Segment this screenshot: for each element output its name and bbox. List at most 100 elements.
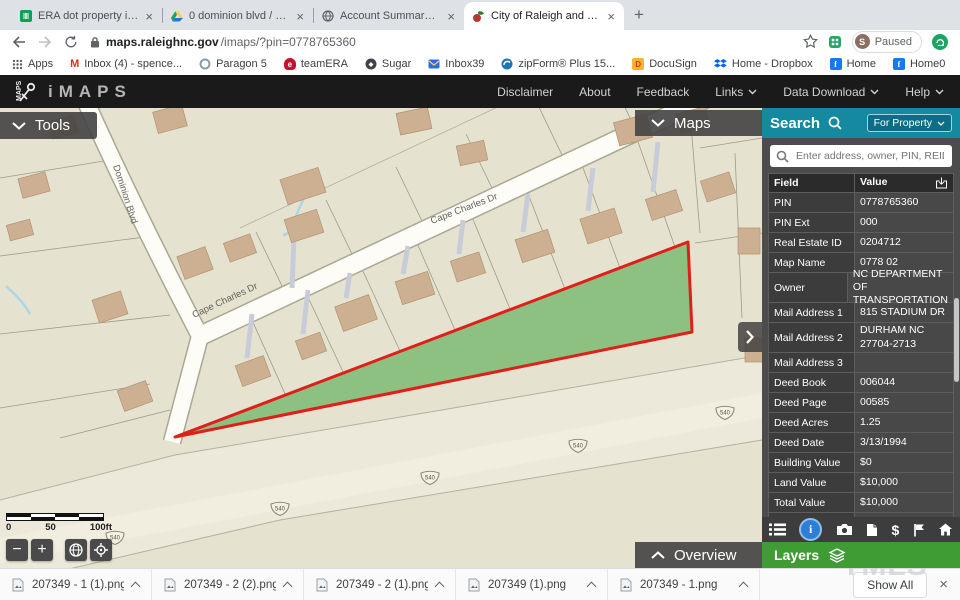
map-canvas[interactable]: Dominion Blvd Cape Charles Dr Cape Charl… <box>0 108 762 568</box>
apps-grid-icon <box>12 59 23 70</box>
bookmark-inbox[interactable]: M Inbox (4) - spence... <box>70 58 182 70</box>
sugar-icon <box>365 58 377 70</box>
collapse-sidebar-arrow[interactable] <box>738 322 762 352</box>
bookmark-label: DocuSign <box>649 58 697 70</box>
imaps-logo-icon: MAPS <box>16 80 40 104</box>
download-menu-caret-icon[interactable] <box>739 581 749 591</box>
export-table-icon[interactable] <box>935 177 948 189</box>
chevron-down-icon <box>937 121 945 126</box>
bookmark-facebook-home[interactable]: f Home <box>830 58 876 70</box>
tab-title: ERA dot property info - Google <box>38 10 138 22</box>
menu-disclaimer[interactable]: Disclaimer <box>497 85 553 99</box>
tab-close-icon[interactable]: × <box>295 10 305 23</box>
basemap-globe-button[interactable] <box>65 539 87 561</box>
property-sidebar: Search For Property Field Value PIN07787… <box>762 108 960 568</box>
bookmark-teamera[interactable]: e teamERA <box>284 58 348 70</box>
facebook-icon: f <box>830 58 842 70</box>
download-menu-caret-icon[interactable] <box>435 581 445 591</box>
menu-about[interactable]: About <box>579 85 610 99</box>
bookmark-docusign[interactable]: D DocuSign <box>632 58 697 70</box>
png-file-icon <box>164 578 176 592</box>
download-menu-caret-icon[interactable] <box>131 581 141 591</box>
identify-info-icon[interactable]: i <box>799 518 822 541</box>
search-input[interactable] <box>794 149 946 163</box>
bookmark-paragon[interactable]: Paragon 5 <box>199 58 267 70</box>
search-icon <box>776 150 789 163</box>
table-row: PIN0778765360 <box>769 192 953 212</box>
table-header-row: Field Value <box>769 174 953 192</box>
new-tab-button[interactable]: + <box>634 5 644 25</box>
tools-panel-toggle[interactable]: Tools <box>0 112 97 139</box>
menu-feedback[interactable]: Feedback <box>637 85 690 99</box>
search-panel-header: Search For Property <box>762 108 960 138</box>
table-row: Mail Address 3 <box>769 352 953 372</box>
download-item[interactable]: 207349 - 1.png <box>608 569 760 600</box>
avatar: S <box>855 34 870 49</box>
document-icon[interactable] <box>866 523 878 537</box>
search-title: Search <box>770 115 820 132</box>
tab-close-icon[interactable]: × <box>144 10 154 23</box>
table-row: Deed Acres1.25 <box>769 412 953 432</box>
map-scale-bar: 0 50 100ft <box>6 513 112 533</box>
legend-list-icon[interactable] <box>769 523 786 536</box>
chevron-down-icon <box>651 119 665 127</box>
search-box <box>770 145 952 167</box>
bookmark-label: Home <box>847 58 876 70</box>
flag-icon[interactable] <box>913 523 925 537</box>
table-row: OwnerNC DEPARTMENT OF TRANSPORTATION <box>769 272 953 302</box>
menu-help[interactable]: Help <box>905 85 944 99</box>
download-item[interactable]: 207349 - 1 (1).png <box>0 569 152 600</box>
bookmark-apps[interactable]: Apps <box>12 58 53 70</box>
tab-close-icon[interactable]: × <box>606 10 616 23</box>
facebook-icon: f <box>893 58 905 70</box>
bookmark-label: Inbox39 <box>445 58 484 70</box>
back-icon[interactable] <box>12 36 26 48</box>
grammarly-icon[interactable] <box>932 34 948 50</box>
bookmark-star-icon[interactable] <box>803 34 818 49</box>
svg-text:MAPS: MAPS <box>16 80 23 101</box>
inbox39-icon <box>428 59 440 69</box>
tab-title: Account Summary - 0204712 <box>340 10 440 22</box>
downloads-bar: 207349 - 1 (1).png 207349 - 2 (2).png 20… <box>0 568 960 600</box>
search-scope-button[interactable]: For Property <box>867 114 952 132</box>
maps-panel-toggle[interactable]: Maps <box>635 110 762 136</box>
bookmark-facebook-home0[interactable]: f Home0 <box>893 58 945 70</box>
reload-icon[interactable] <box>64 35 78 49</box>
tab-close-icon[interactable]: × <box>446 10 456 23</box>
raleigh-favicon <box>472 10 485 23</box>
download-item[interactable]: 207349 (1).png <box>456 569 608 600</box>
tax-dollar-icon[interactable]: $ <box>892 522 900 538</box>
overview-panel-toggle[interactable]: Overview <box>635 542 762 568</box>
download-item[interactable]: 207349 - 2 (2).png <box>152 569 304 600</box>
home-icon[interactable] <box>938 523 953 536</box>
menu-data-download[interactable]: Data Download <box>783 85 879 99</box>
tab-account-summary[interactable]: Account Summary - 0204712 × <box>314 2 464 30</box>
table-row: Building Value$0 <box>769 452 953 472</box>
chevron-down-icon <box>748 89 757 95</box>
zoom-in-button[interactable]: + <box>31 539 53 561</box>
bookmark-dropbox[interactable]: Home - Dropbox <box>714 58 813 70</box>
bookmark-sugar[interactable]: Sugar <box>365 58 411 70</box>
tab-dominion-drive[interactable]: 0 dominion blvd / 207349 - Go × <box>163 2 313 30</box>
svg-text:540: 540 <box>720 411 731 417</box>
zoom-out-button[interactable]: − <box>6 539 28 561</box>
forward-icon[interactable] <box>38 36 52 48</box>
close-downloads-icon[interactable]: × <box>939 576 948 593</box>
bookmark-zipform[interactable]: zipForm® Plus 15... <box>501 58 615 70</box>
menu-links[interactable]: Links <box>715 85 757 99</box>
download-menu-caret-icon[interactable] <box>283 581 293 591</box>
extension-icon[interactable] <box>828 35 842 49</box>
layers-panel-toggle[interactable]: Layers <box>762 542 960 568</box>
tab-era-property[interactable]: ERA dot property info - Google × <box>12 2 162 30</box>
download-item[interactable]: 207349 - 2 (1).png <box>304 569 456 600</box>
chevron-down-icon <box>935 89 944 95</box>
sidebar-scrollbar-thumb[interactable] <box>954 298 959 382</box>
bookmark-inbox39[interactable]: Inbox39 <box>428 58 484 70</box>
address-field[interactable]: maps.raleighnc.gov/imaps/?pin=0778765360 <box>90 35 356 49</box>
camera-icon[interactable] <box>836 523 853 536</box>
download-menu-caret-icon[interactable] <box>587 581 597 591</box>
chevron-down-icon <box>12 122 26 130</box>
locate-crosshair-button[interactable] <box>90 539 112 561</box>
tab-imaps-active[interactable]: City of Raleigh and Wake Coun × <box>464 2 624 30</box>
profile-paused-badge[interactable]: S Paused <box>852 31 922 53</box>
